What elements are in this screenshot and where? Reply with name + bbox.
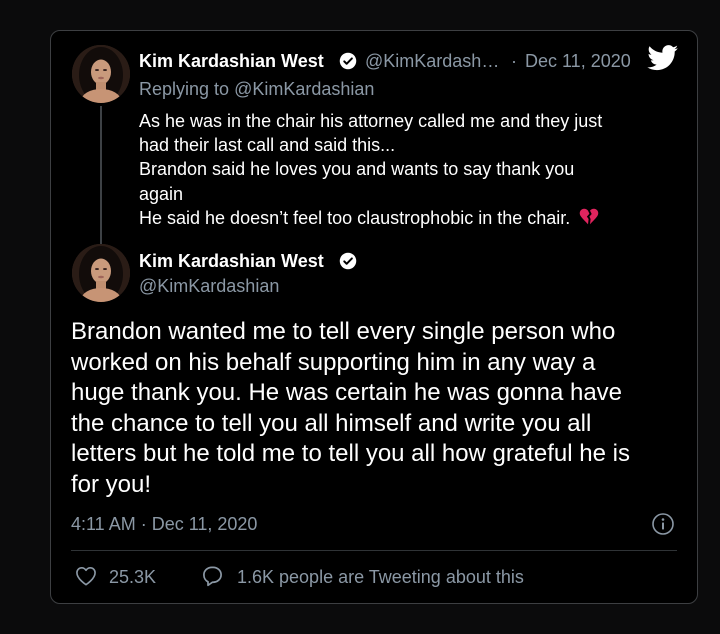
quoted-line: He said he doesn’t feel too claustrophob… xyxy=(139,207,571,228)
info-icon[interactable] xyxy=(651,512,675,536)
main-line: worked on his behalf supporting him in a… xyxy=(71,348,596,376)
quoted-line: again xyxy=(139,183,184,204)
verified-badge-icon xyxy=(339,52,357,70)
tweet-card: Kim Kardashian West @KimKardash… · Dec 1… xyxy=(50,30,698,604)
conversation-link[interactable]: 1.6K people are Tweeting about this xyxy=(237,567,524,588)
like-count[interactable]: 25.3K xyxy=(109,567,156,588)
main-author-name[interactable]: Kim Kardashian West xyxy=(139,251,324,272)
separator-dot: · xyxy=(511,51,517,71)
main-line: Brandon wanted me to tell every single p… xyxy=(71,318,616,345)
quoted-line: As he was in the chair his attorney call… xyxy=(139,111,603,131)
main-tweet-text: Brandon wanted me to tell every single p… xyxy=(71,317,681,500)
replying-to: Replying to @KimKardashian xyxy=(139,79,374,100)
main-author-handle[interactable]: @KimKardashian xyxy=(139,276,279,297)
divider xyxy=(71,550,677,551)
replying-handle-link[interactable]: @KimKardashian xyxy=(234,79,374,99)
main-author-avatar[interactable] xyxy=(72,244,130,302)
broken-heart-emoji xyxy=(580,208,599,225)
verified-badge-icon xyxy=(339,252,357,270)
quoted-author-name[interactable]: Kim Kardashian West xyxy=(139,51,324,72)
replying-prefix: Replying to xyxy=(139,79,235,99)
quoted-line-with-emoji: He said he doesn’t feel too claustrophob… xyxy=(139,206,689,230)
main-line: letters but he told me to tell you all h… xyxy=(71,440,630,467)
main-line: huge thank you. He was certain he was go… xyxy=(71,379,623,406)
quoted-tweet-text: As he was in the chair his attorney call… xyxy=(139,109,689,230)
main-line: the chance to tell you all himself and w… xyxy=(71,409,592,437)
quoted-author-avatar[interactable] xyxy=(72,45,130,103)
main-line: for you! xyxy=(71,470,152,498)
heart-icon[interactable] xyxy=(75,566,97,586)
quoted-line: had their last call and said this... xyxy=(139,135,396,156)
quoted-author-handle[interactable]: @KimKardash… xyxy=(365,51,499,72)
quoted-line: Brandon said he loves you and wants to s… xyxy=(139,159,575,180)
quoted-date[interactable]: Dec 11, 2020 xyxy=(525,51,631,72)
speech-bubble-icon[interactable] xyxy=(201,565,224,587)
twitter-bird-icon[interactable] xyxy=(647,45,679,71)
tweet-timestamp[interactable]: 4:11 AM · Dec 11, 2020 xyxy=(71,514,257,535)
thread-connector-line xyxy=(100,106,102,258)
